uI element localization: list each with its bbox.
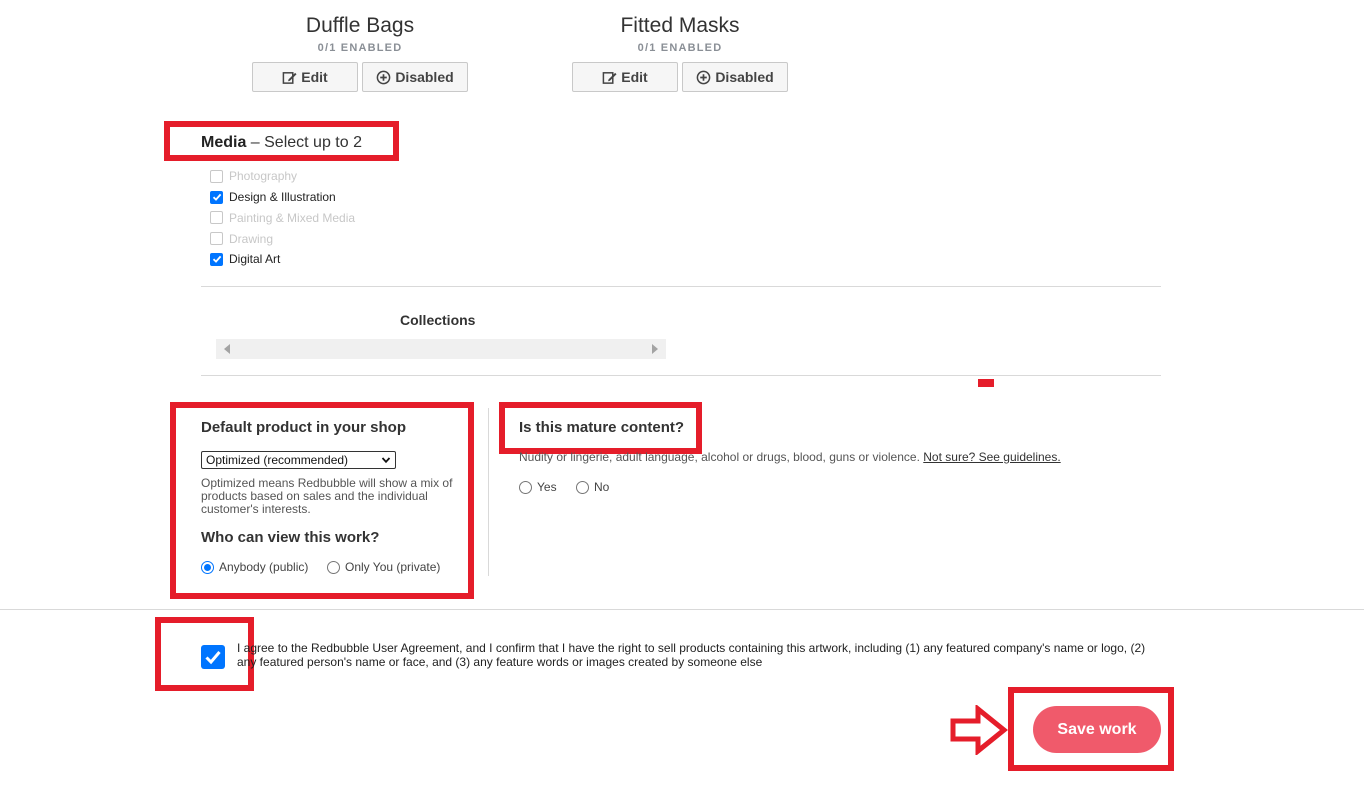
default-product-title: Default product in your shop [201,419,406,436]
media-option-label: Painting & Mixed Media [229,210,356,225]
checkbox[interactable] [210,190,223,204]
product-status: 0/1 ENABLED [317,42,403,54]
edit-label: Edit [301,69,328,85]
collections-title: Collections [400,312,476,328]
guidelines-link[interactable]: Not sure? See guidelines. [923,450,1060,464]
toggle-label: Disabled [715,69,774,85]
visibility-option-private[interactable]: Only You (private) [327,560,440,574]
edit-label: Edit [621,69,648,85]
mature-option-no[interactable]: No [576,480,609,494]
edit-button[interactable]: Edit [252,62,358,92]
radio-label: Only You (private) [345,560,441,574]
divider [201,286,1161,287]
agreement-checkbox[interactable] [201,645,225,669]
media-option-digital-art[interactable]: Digital Art [210,249,355,270]
checkmark-icon [212,193,221,202]
save-work-button[interactable]: Save work [1033,706,1161,753]
mature-description: Nudity or lingerie, adult language, alco… [519,450,1061,464]
radio-button[interactable] [576,480,589,494]
media-option-label: Design & Illustration [229,190,336,205]
collections-scrollbar[interactable] [216,339,666,359]
edit-icon [602,71,617,84]
arrow-right-icon [950,705,1008,755]
product-title: Fitted Masks [620,14,740,37]
mature-title: Is this mature content? [519,419,685,436]
checkbox[interactable] [210,211,223,225]
visibility-title: Who can view this work? [201,529,380,546]
visibility-option-public[interactable]: Anybody (public) [201,560,308,574]
checkmark-icon [212,256,221,264]
default-product-select[interactable]: Optimized (recommended) [201,451,396,469]
radio-button[interactable] [327,560,340,574]
product-card-fitted-masks: Fitted Masks 0/1 ENABLED Edit Disabled [572,12,788,92]
media-option-label: Digital Art [229,252,281,267]
chevron-down-icon [381,457,391,464]
media-option-label: Drawing [229,231,274,246]
media-heading: Media – Select up to 2 [201,134,362,152]
checkbox[interactable] [210,232,223,246]
disabled-toggle-button[interactable]: Disabled [362,62,468,92]
product-card-duffle-bags: Duffle Bags 0/1 ENABLED Edit Disabled [252,12,468,92]
mature-option-yes[interactable]: Yes [519,480,557,494]
radio-label: No [594,480,610,494]
agreement-text: I agree to the Redbubble User Agreement,… [237,641,1146,669]
divider [201,375,1161,376]
edit-icon [282,71,297,84]
mature-description-text: Nudity or lingerie, adult language, alco… [519,450,920,464]
media-heading-label: Media [201,134,247,151]
annotation-mark [978,379,994,387]
radio-button[interactable] [201,560,214,574]
radio-label: Yes [537,480,557,494]
checkbox[interactable] [210,252,223,266]
default-product-help: Optimized means Redbubble will show a mi… [201,476,453,516]
media-option-drawing[interactable]: Drawing [210,228,355,249]
select-value: Optimized (recommended) [206,453,349,467]
checkbox[interactable] [210,169,223,183]
media-option-label: Photography [229,169,298,184]
plus-circle-icon [376,70,391,84]
edit-button[interactable]: Edit [572,62,678,92]
scroll-right-icon[interactable] [652,344,658,354]
media-option-design-illustration[interactable]: Design & Illustration [210,187,355,208]
media-options: Photography Design & Illustration Painti… [210,166,355,270]
checkmark-icon [205,651,221,665]
product-status: 0/1 ENABLED [637,42,723,54]
radio-label: Anybody (public) [219,560,309,574]
media-heading-sub: – Select up to 2 [246,134,362,151]
toggle-label: Disabled [395,69,454,85]
column-divider [488,408,489,576]
disabled-toggle-button[interactable]: Disabled [682,62,788,92]
media-option-painting-mixed-media[interactable]: Painting & Mixed Media [210,208,355,229]
divider [0,609,1364,610]
radio-button[interactable] [519,480,532,494]
media-option-photography[interactable]: Photography [210,166,355,187]
product-title: Duffle Bags [305,14,415,37]
plus-circle-icon [696,70,711,84]
scroll-left-icon[interactable] [224,344,230,354]
